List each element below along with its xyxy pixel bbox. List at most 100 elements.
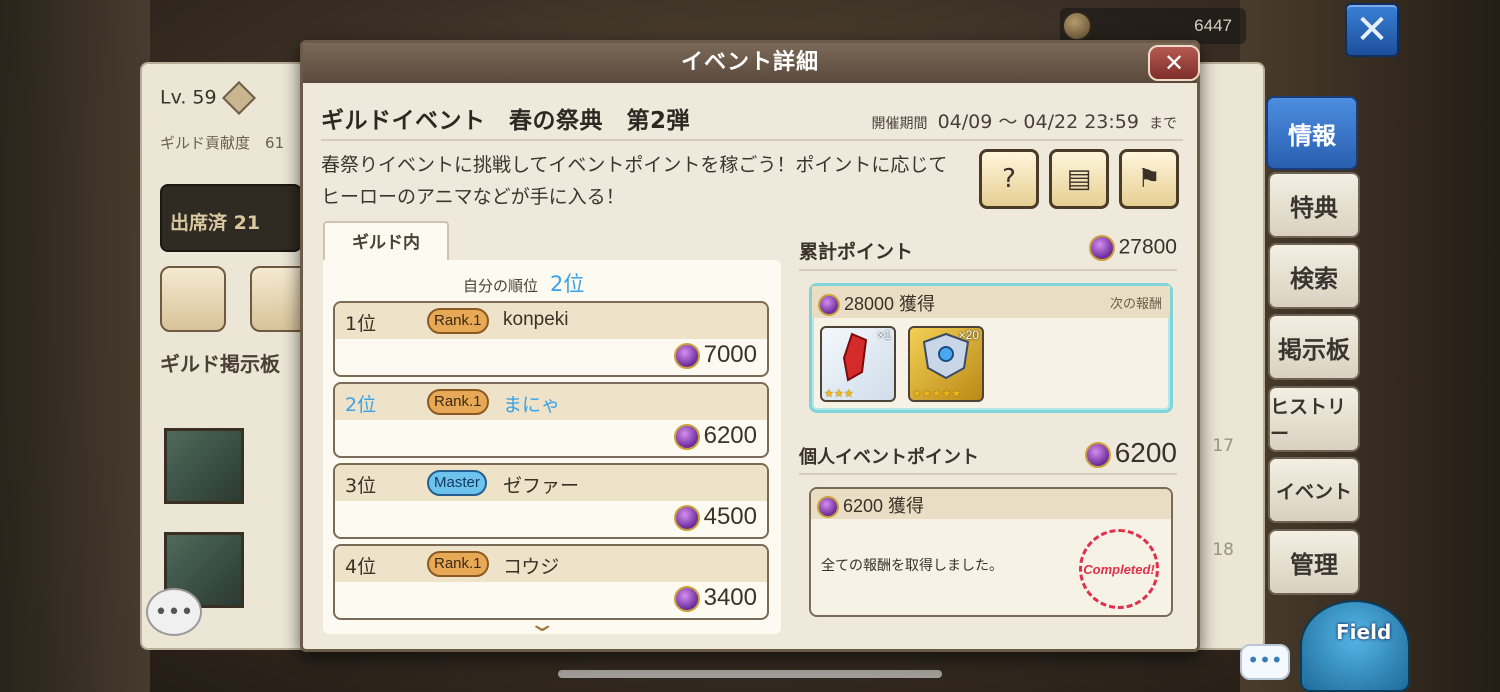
guild-flag-icon[interactable] <box>160 266 226 332</box>
contribution-label: ギルド貢献度 <box>160 134 251 152</box>
modal-title: イベント詳細 <box>303 43 1197 83</box>
completed-message: 全ての報酬を取得しました。 <box>821 558 1003 574</box>
event-point-gem-icon <box>817 496 839 519</box>
rank-position: 1位 <box>345 313 377 335</box>
field-button[interactable]: Field <box>1300 600 1410 692</box>
scroll-down-icon[interactable]: ⌄ <box>527 612 557 634</box>
field-button-label: Field <box>1336 620 1392 644</box>
event-point-gem-icon <box>673 423 700 450</box>
player-points: 7000 <box>673 341 757 369</box>
guild-level: Lv. 59 <box>160 81 256 115</box>
ranking-flag-icon[interactable]: ⚑ <box>1119 149 1179 209</box>
tab-event[interactable]: イベント <box>1268 457 1360 523</box>
divider <box>799 269 1177 271</box>
tab-benefits[interactable]: 特典 <box>1268 172 1360 238</box>
guild-board-title: ギルド掲示板 <box>160 352 280 376</box>
reward-header: 28000 獲得 次の報酬 <box>812 286 1170 318</box>
close-screen-button[interactable]: ✕ <box>1345 3 1399 57</box>
guild-level-text: Lv. 59 <box>160 86 217 109</box>
tab-history[interactable]: ヒストリー <box>1268 386 1360 452</box>
period-value: 04/09 ～ 04/22 23:59 <box>937 111 1139 133</box>
tab-info[interactable]: 情報 <box>1266 96 1358 170</box>
stamp-text: Completed! <box>1083 561 1155 577</box>
ranking-row[interactable]: 3位 Master ゼファー 4500 <box>333 463 769 539</box>
guild-emblem-icon <box>221 81 256 115</box>
event-point-gem-icon <box>1088 235 1115 261</box>
my-rank-value: 2位 <box>550 272 585 296</box>
currency-display: 6447 <box>1060 8 1246 44</box>
period-suffix: まで <box>1149 116 1177 132</box>
item-count: ×1 <box>877 328 891 342</box>
close-icon: ✕ <box>1355 7 1389 53</box>
help-icon[interactable]: ? <box>979 149 1039 209</box>
contribution-value: 61 <box>265 134 285 152</box>
player-name: ゼファー <box>503 476 580 497</box>
divider <box>799 473 1177 475</box>
rank-position: 4位 <box>345 556 377 578</box>
red-crystal-item[interactable]: ×1 ★★★ <box>820 326 896 402</box>
divider <box>321 139 1183 141</box>
personal-points: 6200 <box>1084 437 1177 469</box>
next-reward-points: 28000 獲得 <box>818 290 936 317</box>
guild-contribution: ギルド貢献度 61 <box>160 132 284 153</box>
cumulative-points-label: 累計ポイント <box>799 241 914 263</box>
event-period: 開催期間 04/09 ～ 04/22 23:59 まで <box>872 107 1177 134</box>
points-value: 6200 <box>703 422 757 449</box>
player-points: 4500 <box>673 503 757 531</box>
personal-reward-points: 6200 獲得 <box>817 492 924 519</box>
player-points: 6200 <box>673 422 757 450</box>
my-rank-label: 自分の順位 <box>463 277 539 295</box>
chat-bubble-icon[interactable]: ••• <box>1240 644 1290 680</box>
post-time: 17 <box>1212 436 1234 456</box>
attendance-label: 出席済 <box>170 212 228 234</box>
player-points: 3400 <box>673 584 757 612</box>
ranking-row[interactable]: 4位 Rank.1 コウジ 3400 <box>333 544 769 620</box>
rank-position: 2位 <box>345 394 377 416</box>
personal-points-label: 個人イベントポイント <box>799 447 979 468</box>
event-point-gem-icon <box>673 585 700 612</box>
rank-badge: Rank.1 <box>427 308 489 334</box>
ranking-row[interactable]: 1位 Rank.1 konpeki 7000 <box>333 301 769 377</box>
tab-search[interactable]: 検索 <box>1268 243 1360 309</box>
points-value: 3400 <box>703 584 757 611</box>
coin-icon <box>1062 11 1092 41</box>
rank-badge: Master <box>427 470 487 496</box>
player-name: コウジ <box>503 557 560 578</box>
ranking-row[interactable]: 2位 Rank.1 まにゃ 6200 <box>333 382 769 458</box>
attendance-button[interactable]: 出席済 21 <box>160 184 302 252</box>
points-value: 4500 <box>703 503 757 530</box>
cumulative-points-value: 27800 <box>1118 235 1177 259</box>
rank-badge: Rank.1 <box>427 551 489 577</box>
ranking-panel: 自分の順位 2位 1位 Rank.1 konpeki 7000 2位 Rank.1… <box>323 260 781 634</box>
modal-close-button[interactable]: ✕ <box>1148 45 1200 81</box>
close-icon: ✕ <box>1163 49 1185 77</box>
avatar[interactable] <box>164 428 244 504</box>
next-reward-points-text: 28000 獲得 <box>844 294 936 314</box>
tab-manage[interactable]: 管理 <box>1268 529 1360 595</box>
event-description: 春祭りイベントに挑戦してイベントポイントを稼ごう！ポイントに応じてヒーローのアニ… <box>321 154 948 208</box>
my-rank: 自分の順位 2位 <box>463 268 584 298</box>
tab-guild-internal[interactable]: ギルド内 <box>323 221 449 261</box>
post-time: 18 <box>1212 540 1234 560</box>
event-point-gem-icon <box>1084 441 1111 468</box>
completed-stamp-icon: Completed! <box>1079 529 1159 609</box>
silver-armor-item[interactable]: ×20 ★★★★★ <box>908 326 984 402</box>
tab-board[interactable]: 掲示板 <box>1268 314 1360 380</box>
item-stars: ★★★ <box>824 387 854 400</box>
cumulative-points: 27800 <box>1088 235 1177 261</box>
event-point-gem-icon <box>673 504 700 531</box>
next-reward-box: 28000 獲得 次の報酬 ×1 ★★★ ×20 ★★★★★ <box>809 283 1173 413</box>
player-name: まにゃ <box>503 395 561 416</box>
attendance-value: 21 <box>233 212 261 234</box>
item-stars: ★★★★★ <box>912 387 962 400</box>
personal-points-value: 6200 <box>1114 437 1177 468</box>
event-point-gem-icon <box>673 342 700 369</box>
points-value: 7000 <box>703 341 757 368</box>
event-detail-modal: イベント詳細 ✕ ギルドイベント 春の祭典 第2弾 開催期間 04/09 ～ 0… <box>300 40 1200 652</box>
event-point-gem-icon <box>818 294 840 317</box>
item-count: ×20 <box>958 328 979 342</box>
chat-icon[interactable]: ••• <box>146 588 202 636</box>
event-title: ギルドイベント 春の祭典 第2弾 <box>321 108 691 134</box>
home-indicator <box>558 670 942 678</box>
treasure-chest-icon[interactable]: ▤ <box>1049 149 1109 209</box>
